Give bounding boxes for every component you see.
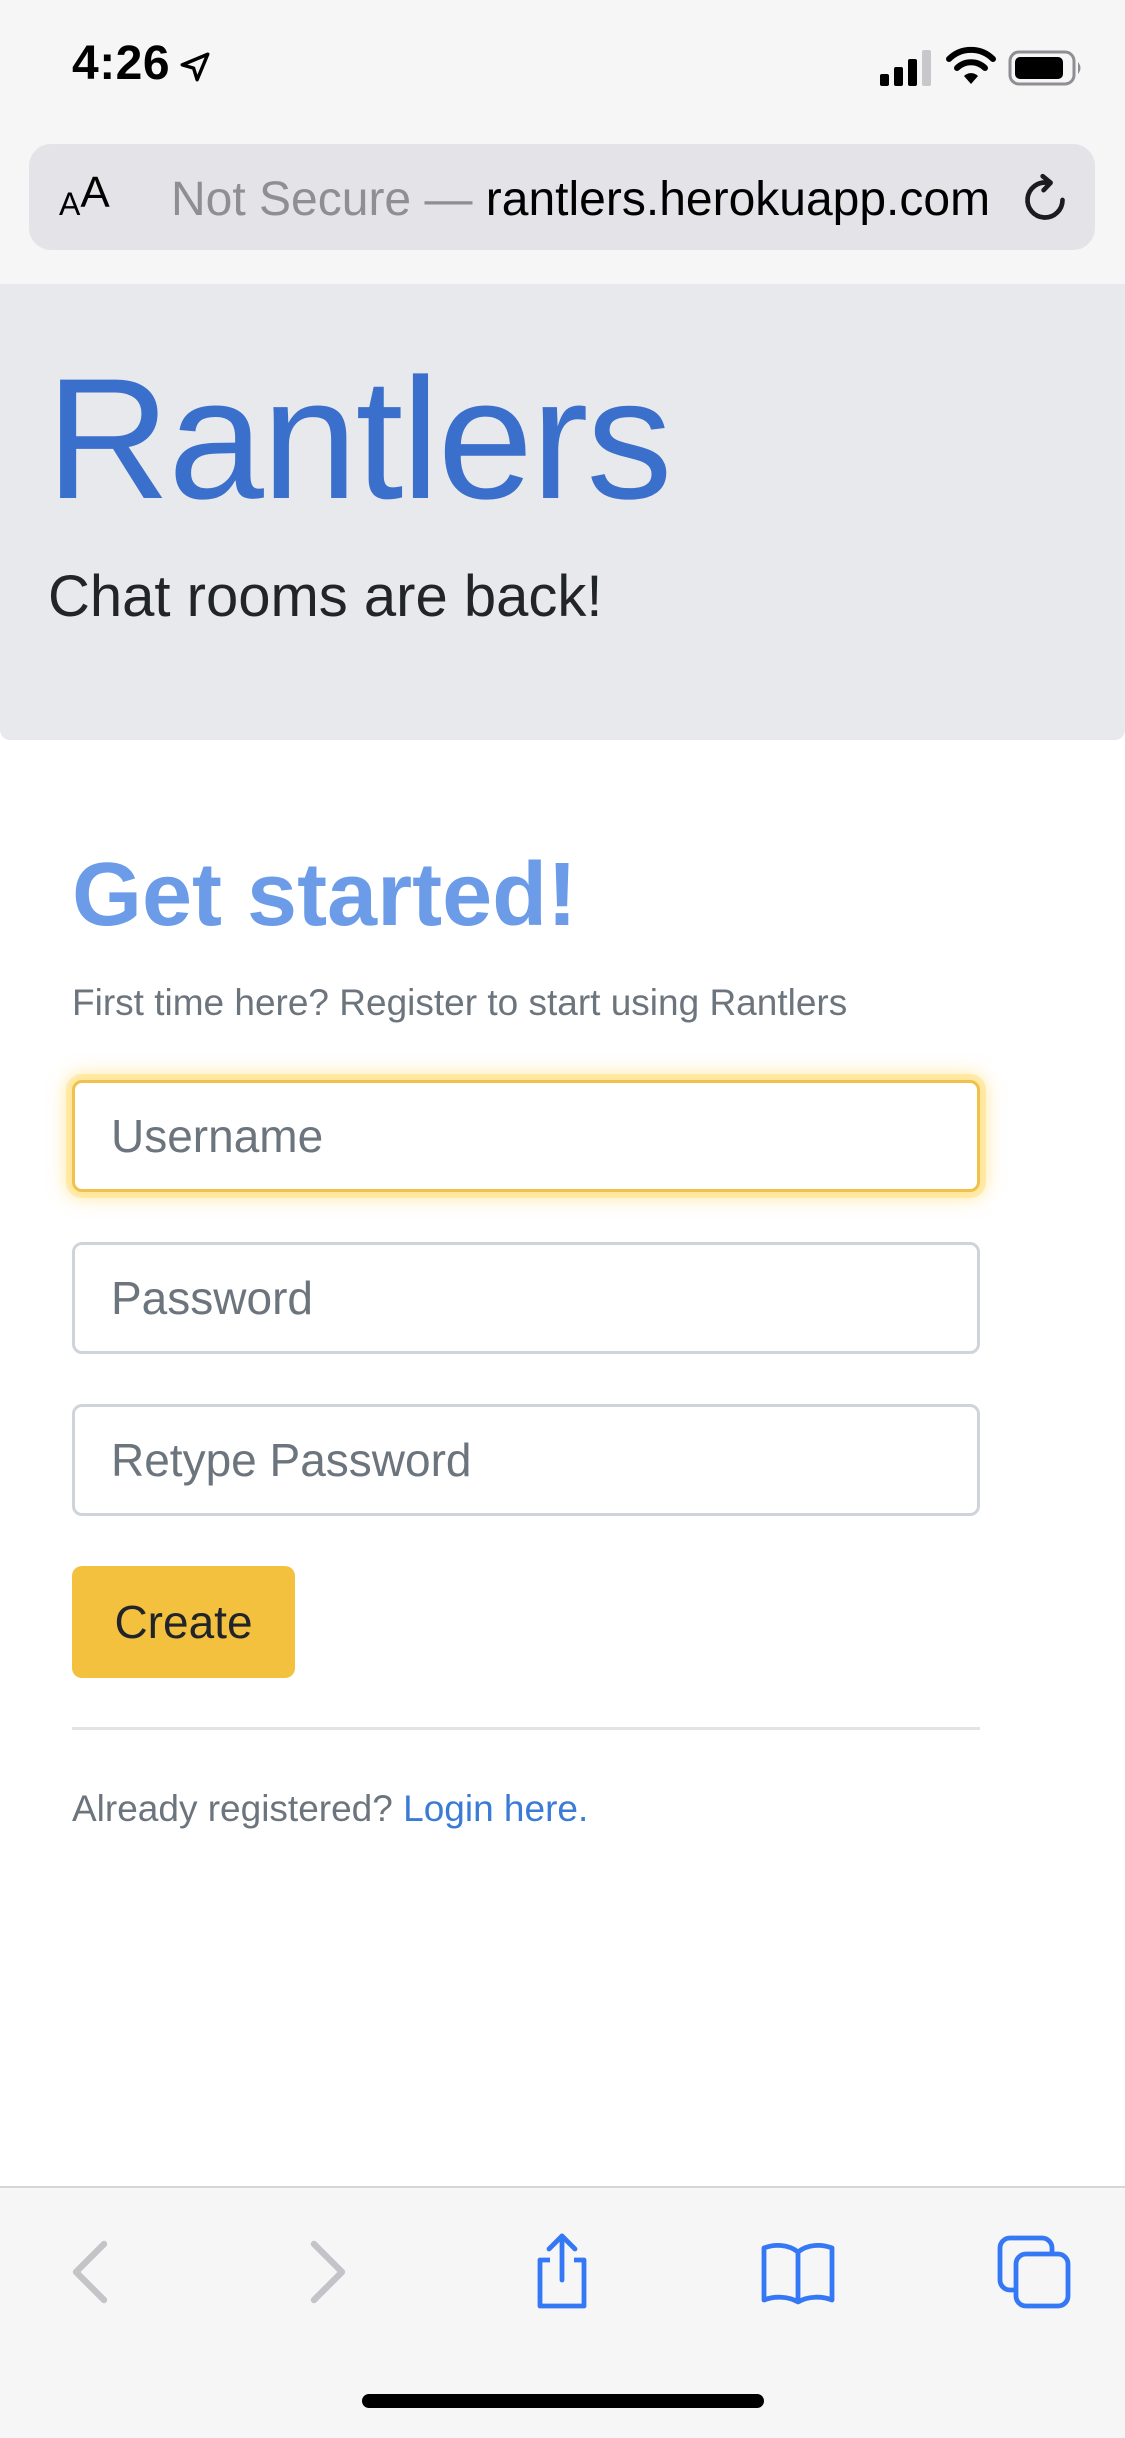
cellular-signal-icon <box>880 50 931 86</box>
text-size-button[interactable]: AA <box>59 168 129 228</box>
login-prompt: Already registered? Login here. <box>72 1784 588 1834</box>
wifi-icon <box>946 46 996 84</box>
text-size-large-a: A <box>80 168 110 217</box>
chevron-right-icon[interactable] <box>286 2232 366 2312</box>
url-security-label: Not Secure — <box>171 173 473 226</box>
register-subtitle: First time here? Register to start using… <box>72 982 848 1023</box>
book-icon[interactable] <box>758 2232 838 2312</box>
create-button[interactable]: Create <box>72 1566 295 1678</box>
text-size-small-a: A <box>59 186 81 222</box>
tabs-icon[interactable] <box>994 2232 1074 2312</box>
site-tagline: Chat rooms are back! <box>48 564 603 629</box>
browser-chrome: AA Not Secure — rantlers.herokuapp.com <box>0 140 1125 286</box>
chevron-left-icon[interactable] <box>52 2232 132 2312</box>
register-heading: Get started! <box>72 845 578 945</box>
location-arrow-icon <box>180 52 210 82</box>
login-link[interactable]: Login here. <box>403 1788 588 1829</box>
status-time: 4:26 <box>72 37 171 90</box>
retype-password-input[interactable] <box>72 1404 980 1516</box>
password-input[interactable] <box>72 1242 980 1354</box>
site-title: Rantlers <box>46 343 672 535</box>
address-bar[interactable]: AA Not Secure — rantlers.herokuapp.com <box>29 144 1095 250</box>
battery-icon <box>1008 50 1081 86</box>
jumbotron: Rantlers Chat rooms are back! <box>0 284 1125 740</box>
share-icon[interactable] <box>522 2232 602 2312</box>
status-bar: 4:26 <box>0 0 1125 140</box>
home-indicator <box>362 2394 764 2408</box>
username-input[interactable] <box>72 1080 980 1192</box>
url-text[interactable]: Not Secure — rantlers.herokuapp.com <box>171 170 1011 230</box>
already-registered-text: Already registered? <box>72 1788 393 1829</box>
url-domain: rantlers.herokuapp.com <box>485 173 991 226</box>
divider <box>72 1727 980 1730</box>
reload-icon[interactable] <box>1017 172 1073 228</box>
